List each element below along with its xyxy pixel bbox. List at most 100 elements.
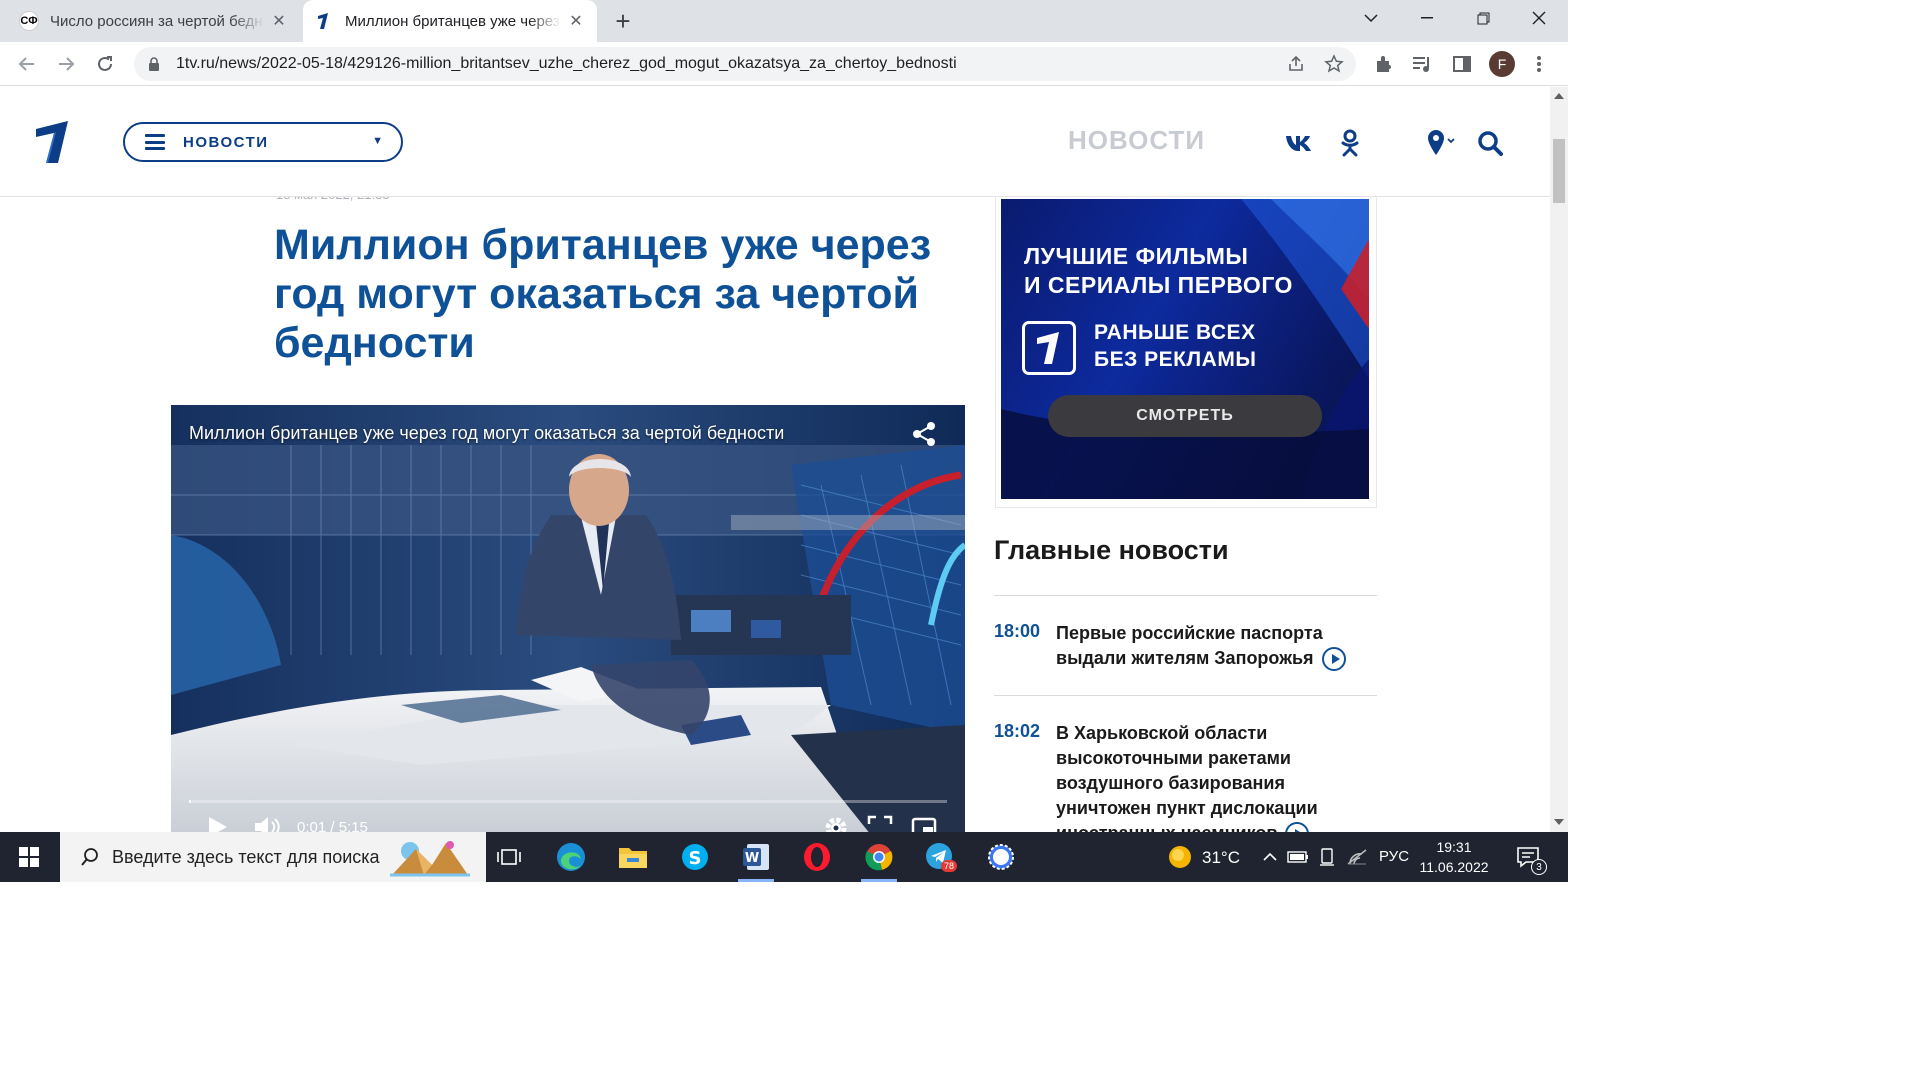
- site-header: НОВОСТИ ▼ НОВОСТИ: [0, 87, 1550, 197]
- file-explorer-icon[interactable]: [615, 839, 651, 875]
- search-icon[interactable]: [1477, 129, 1503, 157]
- page-scrollbar[interactable]: [1550, 87, 1568, 832]
- browser-tab[interactable]: СФ Число россиян за чертой бедности ✕: [8, 0, 300, 42]
- video-time: 0:01 / 5:15: [297, 819, 368, 832]
- bookmark-star-icon[interactable]: [1324, 54, 1344, 74]
- first-channel-favicon: [315, 12, 333, 30]
- browser-tab-active[interactable]: Миллион британцев уже через год могут ок…: [303, 0, 597, 42]
- menu-label: НОВОСТИ: [183, 133, 269, 151]
- opera-icon[interactable]: [799, 839, 835, 875]
- weather-sun-icon[interactable]: [1162, 839, 1198, 875]
- wifi-icon[interactable]: [1339, 839, 1375, 875]
- svg-text:S: S: [689, 848, 702, 869]
- ad-line: БЕЗ РЕКЛАМЫ: [1094, 348, 1257, 371]
- vk-icon[interactable]: [1285, 129, 1313, 157]
- ad-banner[interactable]: ЛУЧШИЕ ФИЛЬМЫ И СЕРИАЛЫ ПЕРВОГО РАНЬШЕ В…: [1001, 199, 1369, 499]
- video-progress-bar[interactable]: [189, 800, 947, 803]
- restore-button[interactable]: [1455, 0, 1511, 36]
- clock-date: 11.06.2022: [1419, 859, 1489, 875]
- signal-icon[interactable]: [983, 839, 1019, 875]
- close-window-button[interactable]: [1511, 0, 1567, 36]
- reload-button[interactable]: [90, 49, 120, 79]
- tab-search-icon[interactable]: [1343, 0, 1399, 36]
- hamburger-icon: [145, 134, 165, 150]
- volume-icon[interactable]: [253, 815, 281, 832]
- url-text: 1tv.ru/news/2022-05-18/429126-million_br…: [176, 55, 957, 72]
- ad-line: ЛУЧШИЕ ФИЛЬМЫ: [1024, 243, 1249, 269]
- clock-time: 19:31: [1436, 839, 1472, 855]
- news-headline[interactable]: Первые российские паспорта выдали жителя…: [1056, 621, 1378, 672]
- address-bar[interactable]: 1tv.ru/news/2022-05-18/429126-million_br…: [134, 47, 1356, 81]
- edge-icon[interactable]: [553, 839, 589, 875]
- search-highlight-icon: [390, 841, 470, 877]
- news-time: 18:02: [994, 721, 1041, 741]
- svg-text:W: W: [745, 851, 759, 866]
- tab-title: Миллион британцев уже через год могут ок…: [345, 12, 561, 30]
- ad-line: РАНЬШЕ ВСЕХ: [1094, 321, 1256, 344]
- side-panel-icon[interactable]: [1450, 52, 1474, 76]
- video-frame: [171, 405, 965, 832]
- ad-line: И СЕРИАЛЫ ПЕРВОГО: [1024, 272, 1293, 298]
- news-menu-button[interactable]: НОВОСТИ ▼: [123, 122, 403, 162]
- forward-button[interactable]: [51, 49, 81, 79]
- windows-start-icon[interactable]: [0, 832, 58, 882]
- input-language[interactable]: РУС: [1379, 848, 1409, 865]
- main-news-heading: Главные новости: [994, 535, 1229, 565]
- extensions-icon[interactable]: [1372, 52, 1396, 76]
- news-time: 18:00: [994, 621, 1041, 641]
- share-icon[interactable]: [911, 421, 937, 447]
- browser-menu-icon[interactable]: [1527, 52, 1551, 76]
- share-page-icon[interactable]: [1286, 54, 1306, 74]
- lock-icon: [149, 57, 159, 71]
- task-view-icon[interactable]: [491, 839, 527, 875]
- video-progress-fill: [189, 800, 191, 803]
- close-tab-icon[interactable]: ✕: [270, 12, 288, 30]
- browser-tab-strip: СФ Число россиян за чертой бедности ✕ Ми…: [0, 0, 1568, 42]
- divider: [994, 595, 1377, 596]
- tab-favicon: СФ: [19, 11, 39, 31]
- ad-block: ЛУЧШИЕ ФИЛЬМЫ И СЕРИАЛЫ ПЕРВОГО РАНЬШЕ В…: [995, 190, 1377, 508]
- divider: [994, 695, 1377, 696]
- video-title: Миллион британцев уже через год могут ок…: [189, 423, 785, 443]
- telegram-icon[interactable]: 78: [922, 839, 958, 875]
- minimize-button[interactable]: [1399, 0, 1455, 36]
- taskbar-search[interactable]: Введите здесь текст для поиска: [60, 832, 486, 882]
- windows-taskbar: Введите здесь текст для поиска S W 78 31…: [0, 832, 1568, 882]
- weather-temperature[interactable]: 31°C: [1202, 848, 1240, 868]
- article-title: Миллион британцев уже через год могут ок…: [274, 221, 932, 367]
- settings-gear-icon[interactable]: [823, 815, 849, 832]
- taskbar-clock[interactable]: 19:31 11.06.2022: [1414, 837, 1494, 877]
- chrome-icon[interactable]: [861, 839, 897, 882]
- browser-toolbar: 1tv.ru/news/2022-05-18/429126-million_br…: [0, 42, 1568, 86]
- skype-icon[interactable]: S: [677, 839, 713, 875]
- chevron-down-icon: ▼: [372, 135, 383, 147]
- notifications-count: 3: [1531, 859, 1547, 875]
- media-control-icon[interactable]: [1410, 52, 1434, 76]
- close-tab-icon[interactable]: ✕: [567, 12, 585, 30]
- page-viewport: 18 мая 2022, 21:33 НОВОСТИ ▼ НОВОСТИ Мил…: [0, 87, 1550, 832]
- scroll-up-arrow-icon[interactable]: [1554, 93, 1564, 99]
- play-video-icon[interactable]: [1285, 822, 1310, 832]
- word-icon[interactable]: W: [738, 839, 774, 882]
- scrollbar-thumb[interactable]: [1553, 139, 1565, 203]
- scroll-down-arrow-icon[interactable]: [1554, 819, 1564, 825]
- search-icon: [81, 848, 98, 866]
- odnoklassniki-icon[interactable]: [1340, 129, 1360, 157]
- fullscreen-icon[interactable]: [867, 815, 893, 832]
- section-title[interactable]: НОВОСТИ: [1068, 125, 1205, 156]
- video-player[interactable]: Миллион британцев уже через год могут ок…: [171, 405, 965, 832]
- new-tab-button[interactable]: +: [610, 6, 636, 36]
- play-video-icon[interactable]: [1321, 647, 1346, 672]
- first-channel-logo-icon[interactable]: [34, 119, 70, 165]
- news-headline[interactable]: В Харьковской области высокоточными раке…: [1056, 721, 1378, 832]
- ad-watch-button[interactable]: СМОТРЕТЬ: [1048, 395, 1322, 437]
- profile-avatar[interactable]: F: [1489, 51, 1515, 77]
- first-channel-logo-icon: [1022, 321, 1076, 375]
- location-icon[interactable]: [1426, 129, 1456, 157]
- notifications-icon[interactable]: 3: [1510, 839, 1547, 875]
- play-icon[interactable]: [205, 815, 229, 832]
- search-placeholder: Введите здесь текст для поиска: [112, 846, 380, 867]
- picture-in-picture-icon[interactable]: [911, 815, 937, 832]
- back-button[interactable]: [12, 49, 42, 79]
- telegram-unread-badge: 78: [941, 860, 958, 872]
